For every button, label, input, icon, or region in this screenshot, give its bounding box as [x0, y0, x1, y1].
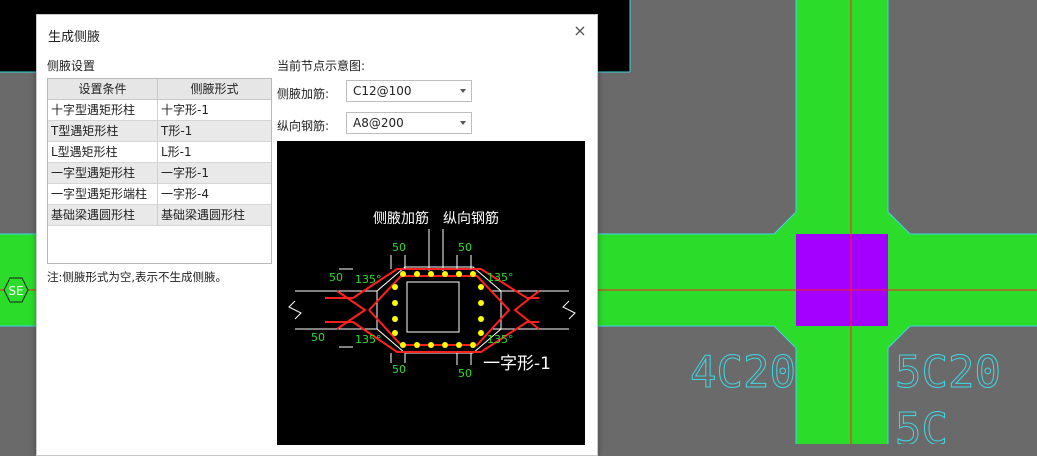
diagram-section-label: 当前节点示意图:	[277, 59, 366, 73]
cell-form[interactable]: 十字形-1	[158, 100, 271, 120]
haunch-rebar-label: 侧腋加筋:	[277, 87, 330, 101]
cad-text-left: 4C20	[690, 347, 796, 398]
cell-form[interactable]: T形-1	[158, 121, 271, 141]
cell-form[interactable]: 基础梁遇圆形柱	[158, 205, 271, 225]
column-node	[796, 234, 888, 326]
cell-condition: 基础梁遇圆形柱	[48, 205, 158, 225]
rebar-dots	[392, 271, 484, 348]
haunch-rebar-select[interactable]: C12@100	[346, 80, 472, 102]
table-header: 设置条件 侧腋形式	[48, 79, 271, 100]
angle-135-top-right: 135°	[487, 271, 514, 284]
long-rebar-select[interactable]: A8@200	[346, 112, 472, 134]
node-preview-diagram: 侧腋加筋 纵向钢筋 50 50 50 50 50 50 135° 135° 13…	[277, 141, 585, 445]
dropdown-arrow-icon	[460, 121, 466, 125]
dim-50-bottom-right: 50	[458, 367, 472, 380]
angle-135-top-left: 135°	[355, 273, 382, 286]
cell-form[interactable]: L形-1	[158, 142, 271, 162]
table-row[interactable]: 一字型遇矩形端柱 一字形-4	[48, 184, 271, 205]
table-row[interactable]: 一字型遇矩形柱 一字形-1	[48, 163, 271, 184]
cell-form[interactable]: 一字形-1	[158, 163, 271, 183]
angle-135-bottom-right: 135°	[487, 333, 514, 346]
table-row[interactable]: T型遇矩形柱 T形-1	[48, 121, 271, 142]
label-longitudinal-rebar: 纵向钢筋	[443, 210, 499, 227]
long-rebar-value: A8@200	[353, 116, 404, 130]
cell-condition: L型遇矩形柱	[48, 142, 158, 162]
node-name-label: 一字形-1	[483, 354, 551, 374]
dim-50-bottom: 50	[392, 363, 406, 376]
angle-135-bottom-left: 135°	[355, 333, 382, 346]
label-haunch-rebar: 侧腋加筋	[373, 210, 429, 227]
dim-50-bottom-left: 50	[311, 331, 325, 344]
dropdown-arrow-icon	[460, 89, 466, 93]
haunch-settings-table: 设置条件 侧腋形式 十字型遇矩形柱 十字形-1 T型遇矩形柱 T形-1 L型遇矩…	[47, 78, 272, 264]
cell-form[interactable]: 一字形-4	[158, 184, 271, 204]
dim-50-top-left: 50	[392, 241, 406, 254]
dim-50-left: 50	[329, 271, 343, 284]
column-header-form[interactable]: 侧腋形式	[158, 79, 271, 99]
vertical-beam	[796, 0, 888, 444]
dialog-title: 生成侧腋	[48, 30, 101, 45]
cell-condition: 一字型遇矩形柱	[48, 163, 158, 183]
table-row[interactable]: L型遇矩形柱 L形-1	[48, 142, 271, 163]
cell-condition: T型遇矩形柱	[48, 121, 158, 141]
settings-section-label: 侧腋设置	[47, 59, 96, 73]
close-button[interactable]: ×	[571, 22, 589, 40]
column-header-condition[interactable]: 设置条件	[48, 79, 158, 99]
cad-text-bottom: 5C	[895, 404, 948, 444]
table-row[interactable]: 十字型遇矩形柱 十字形-1	[48, 100, 271, 121]
dim-50-top-right: 50	[458, 241, 472, 254]
cell-condition: 十字型遇矩形柱	[48, 100, 158, 120]
table-row[interactable]: 基础梁遇圆形柱 基础梁遇圆形柱	[48, 205, 271, 226]
cell-condition: 一字型遇矩形端柱	[48, 184, 158, 204]
note-text: 注:侧腋形式为空,表示不生成侧腋。	[47, 270, 228, 284]
haunch-rebar-value: C12@100	[353, 84, 412, 98]
cad-text-right: 5C20	[895, 347, 1001, 398]
long-rebar-label: 纵向钢筋:	[277, 119, 330, 133]
generate-haunch-dialog: 生成侧腋 × 侧腋设置 设置条件 侧腋形式 十字型遇矩形柱 十字形-1 T型遇矩…	[36, 14, 598, 456]
se-marker-label: SE	[8, 284, 23, 298]
